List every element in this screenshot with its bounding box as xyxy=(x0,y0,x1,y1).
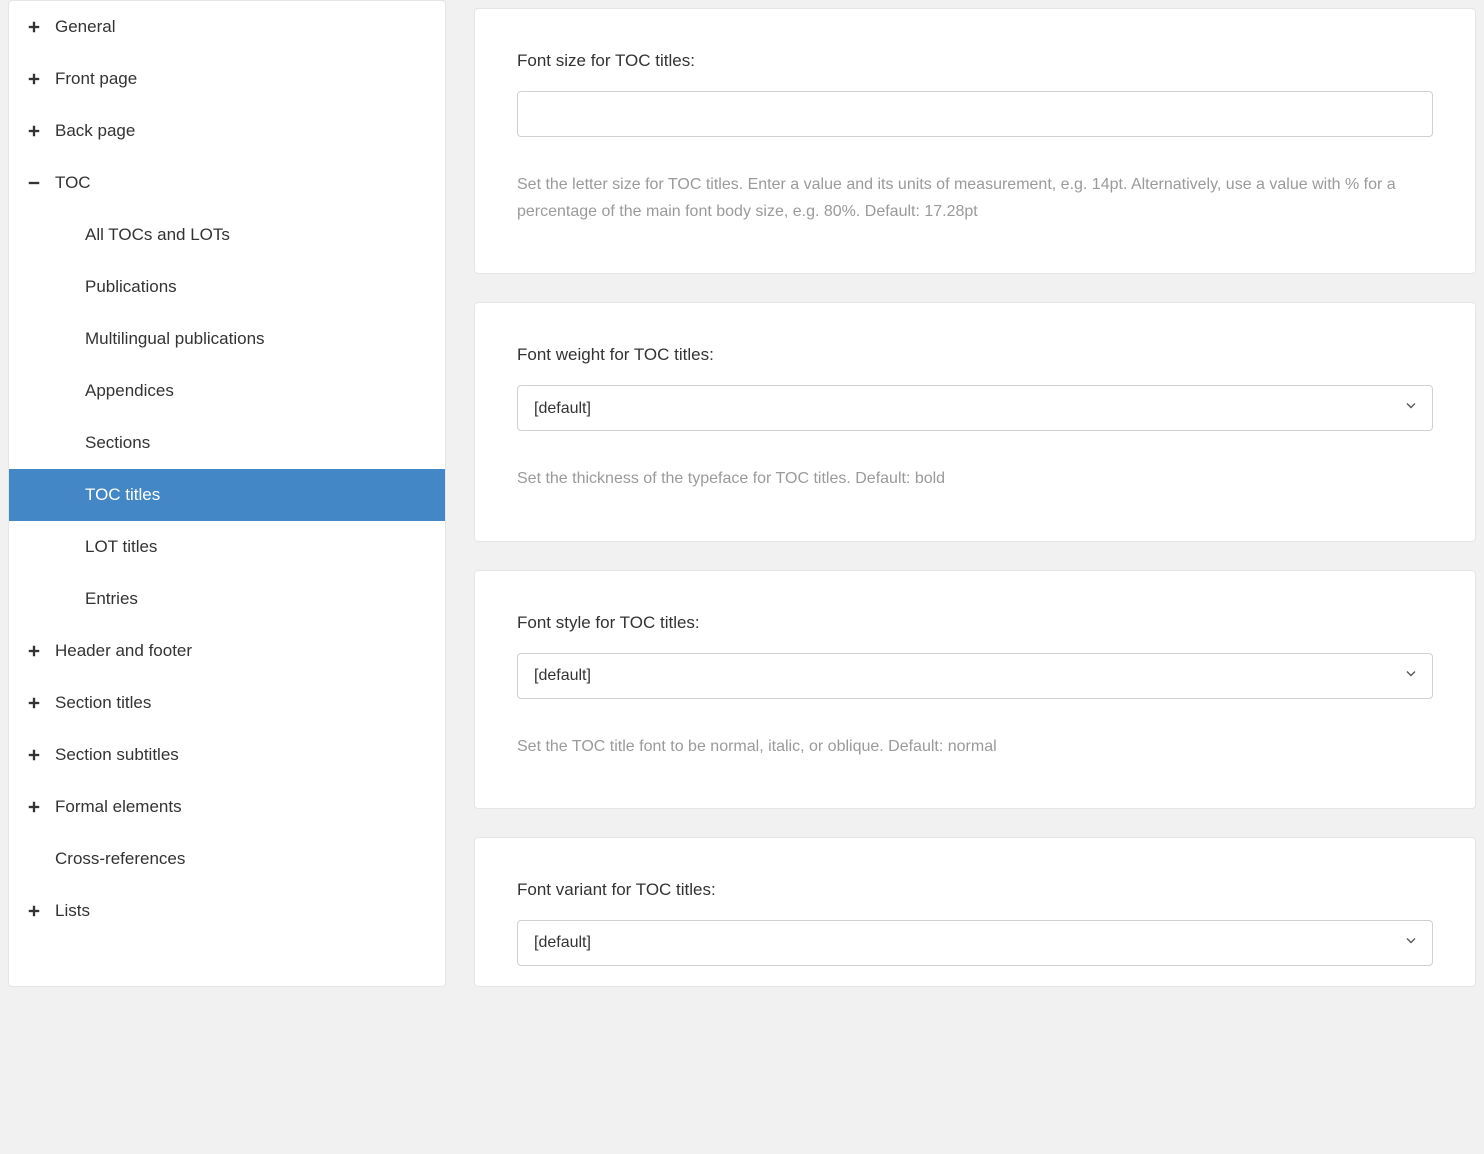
help-text: Set the thickness of the typeface for TO… xyxy=(517,465,1433,492)
sidebar-item-publications[interactable]: Publications xyxy=(9,261,445,313)
plus-icon xyxy=(27,124,55,138)
sidebar-item-label: Entries xyxy=(85,589,138,609)
minus-icon xyxy=(27,176,55,190)
sidebar-item-entries[interactable]: Entries xyxy=(9,573,445,625)
help-text: Set the letter size for TOC titles. Ente… xyxy=(517,171,1433,225)
sidebar-item-toc[interactable]: TOC xyxy=(9,157,445,209)
field-card-font-style: Font style for TOC titles: [default] Set… xyxy=(474,570,1476,809)
plus-icon xyxy=(27,20,55,34)
sidebar-item-label: General xyxy=(55,17,115,37)
field-card-font-size: Font size for TOC titles: Set the letter… xyxy=(474,8,1476,274)
sidebar-item-label: Appendices xyxy=(85,381,174,401)
font-weight-select[interactable]: [default] xyxy=(517,385,1433,431)
sidebar-item-label: Front page xyxy=(55,69,137,89)
font-size-input[interactable] xyxy=(517,91,1433,137)
sidebar-item-header-and-footer[interactable]: Header and footer xyxy=(9,625,445,677)
sidebar-item-appendices[interactable]: Appendices xyxy=(9,365,445,417)
sidebar-item-label: Sections xyxy=(85,433,150,453)
sidebar-item-label: TOC titles xyxy=(85,485,160,505)
field-card-font-weight: Font weight for TOC titles: [default] Se… xyxy=(474,302,1476,541)
sidebar-item-label: All TOCs and LOTs xyxy=(85,225,230,245)
field-card-font-variant: Font variant for TOC titles: [default] xyxy=(474,837,1476,987)
sidebar-item-label: Cross-references xyxy=(55,849,185,869)
sidebar-item-lists[interactable]: Lists xyxy=(9,885,445,937)
font-variant-select[interactable]: [default] xyxy=(517,920,1433,966)
sidebar-item-label: Lists xyxy=(55,901,90,921)
sidebar-item-section-subtitles[interactable]: Section subtitles xyxy=(9,729,445,781)
sidebar-item-general[interactable]: General xyxy=(9,1,445,53)
main-content: Font size for TOC titles: Set the letter… xyxy=(474,0,1476,987)
plus-icon xyxy=(27,72,55,86)
sidebar-item-sections[interactable]: Sections xyxy=(9,417,445,469)
sidebar-item-toc-titles[interactable]: TOC titles xyxy=(9,469,445,521)
sidebar-item-label: Section subtitles xyxy=(55,745,179,765)
sidebar-item-label: Back page xyxy=(55,121,135,141)
field-label: Font size for TOC titles: xyxy=(517,51,1433,71)
sidebar-item-section-titles[interactable]: Section titles xyxy=(9,677,445,729)
sidebar: General Front page Back page TOC All TOCs an… xyxy=(8,0,446,987)
sidebar-item-front-page[interactable]: Front page xyxy=(9,53,445,105)
plus-icon xyxy=(27,696,55,710)
sidebar-item-label: Formal elements xyxy=(55,797,182,817)
sidebar-item-back-page[interactable]: Back page xyxy=(9,105,445,157)
plus-icon xyxy=(27,748,55,762)
sidebar-item-label: Publications xyxy=(85,277,177,297)
help-text: Set the TOC title font to be normal, ita… xyxy=(517,733,1433,760)
sidebar-item-label: LOT titles xyxy=(85,537,157,557)
sidebar-item-label: Section titles xyxy=(55,693,151,713)
sidebar-item-cross-references[interactable]: Cross-references xyxy=(9,833,445,885)
sidebar-item-label: Header and footer xyxy=(55,641,192,661)
sidebar-item-all-tocs-and-lots[interactable]: All TOCs and LOTs xyxy=(9,209,445,261)
field-label: Font style for TOC titles: xyxy=(517,613,1433,633)
sidebar-item-label: TOC xyxy=(55,173,91,193)
sidebar-item-lot-titles[interactable]: LOT titles xyxy=(9,521,445,573)
field-label: Font weight for TOC titles: xyxy=(517,345,1433,365)
plus-icon xyxy=(27,644,55,658)
field-label: Font variant for TOC titles: xyxy=(517,880,1433,900)
sidebar-item-label: Multilingual publications xyxy=(85,329,265,349)
sidebar-item-multilingual-publications[interactable]: Multilingual publications xyxy=(9,313,445,365)
plus-icon xyxy=(27,904,55,918)
font-style-select[interactable]: [default] xyxy=(517,653,1433,699)
plus-icon xyxy=(27,800,55,814)
sidebar-item-formal-elements[interactable]: Formal elements xyxy=(9,781,445,833)
